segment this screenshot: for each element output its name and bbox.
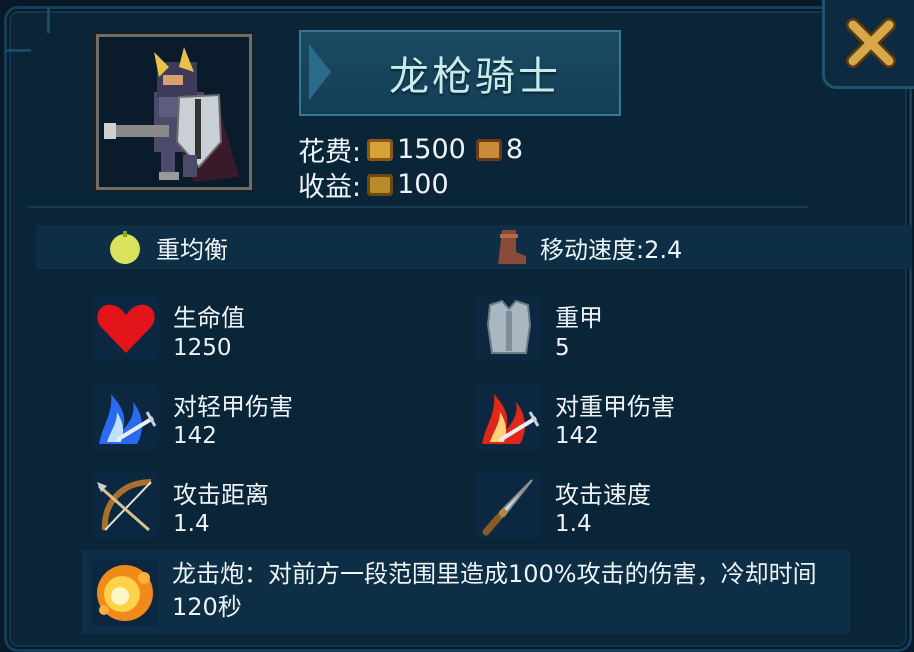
armor-icon [486,299,532,354]
gold-coin-icon [367,138,394,161]
income-label: 收益: [298,172,362,203]
skill-description: 龙击炮：对前方一段范围里造成100%攻击的伤害，冷却时间120秒 [172,560,817,621]
boot-icon [498,230,526,264]
armor-stat-icon-box [476,295,542,361]
attack-speed-icon-box [476,472,542,538]
banner-arrow-icon [309,44,331,100]
income-chest-icon [367,173,394,196]
weight-trait: 重均衡 [108,225,228,269]
light-damage-label: 对轻甲伤害 [173,393,293,421]
attack-speed-label: 攻击速度 [555,481,651,509]
knight-portrait-image [99,37,249,187]
cost-pop-value: 8 [505,134,524,165]
range-label: 攻击距离 [173,481,269,509]
cost-label: 花费: [298,137,362,168]
skill-icon-box [92,560,158,626]
close-button[interactable] [822,0,914,89]
income-row: 收益: 100 [298,165,449,204]
lemon-weight-icon [110,231,140,264]
health-label: 生命值 [173,304,245,332]
armor-value: 5 [555,335,570,361]
cost-row: 花费: 1500 8 [298,130,523,169]
close-icon [846,18,896,68]
health-value: 1250 [173,335,232,361]
red-sword-icon [482,394,540,444]
heavy-damage-label: 对重甲伤害 [555,393,675,421]
weight-text: 重均衡 [156,235,228,264]
unit-name: 龙枪骑士 [389,54,561,100]
armor-label: 重甲 [555,304,603,332]
panel-corner-decoration [47,7,50,33]
trait-bar: 重均衡 移动速度:2.4 [36,225,912,269]
light-damage-icon-box [93,384,159,450]
cost-gold-value: 1500 [397,134,466,165]
health-stat-icon-box [93,295,159,361]
unit-name-banner: 龙枪骑士 [299,30,621,116]
light-damage-value: 142 [173,423,217,449]
range-icon-box [93,472,159,538]
panel-corner-decoration [5,49,31,52]
explosion-icon [97,565,153,621]
move-speed-trait: 移动速度:2.4 [492,225,682,269]
bow-icon [97,479,152,532]
blue-sword-icon [99,394,157,444]
unit-portrait [96,34,252,190]
skill-box: 龙击炮：对前方一段范围里造成100%攻击的伤害，冷却时间120秒 [82,550,850,634]
dagger-icon [482,479,533,536]
range-value: 1.4 [173,511,210,537]
population-icon [475,138,502,161]
move-speed-text: 移动速度:2.4 [540,235,683,264]
attack-speed-value: 1.4 [555,511,592,537]
income-value: 100 [397,169,449,200]
heavy-damage-value: 142 [555,423,599,449]
heart-icon [97,304,155,353]
heavy-damage-icon-box [476,384,542,450]
divider [28,206,808,208]
